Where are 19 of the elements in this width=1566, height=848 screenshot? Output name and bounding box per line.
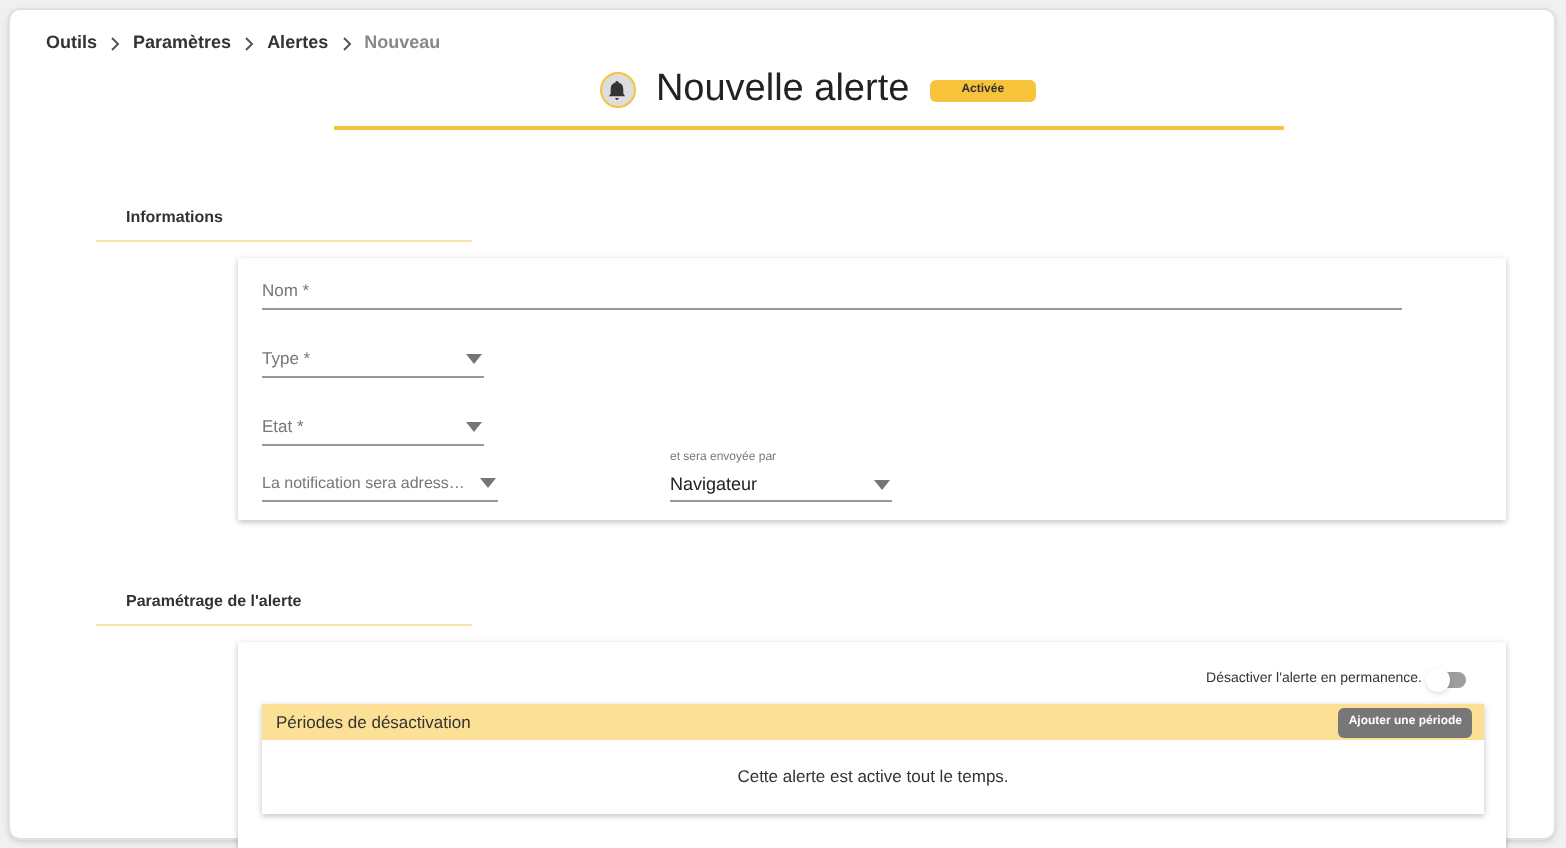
- select-field[interactable]: Etat *: [262, 410, 484, 446]
- input-field[interactable]: Nom *: [262, 274, 1402, 310]
- select-field[interactable]: Type *: [262, 342, 484, 378]
- breadcrumb-link[interactable]: Paramètres: [133, 29, 232, 57]
- caret-icon: [480, 478, 496, 488]
- select-field[interactable]: Navigateur: [670, 470, 892, 502]
- caret-icon: [874, 480, 890, 490]
- section-title: Informations: [126, 208, 223, 226]
- caret-icon: [466, 422, 482, 432]
- section-title: Paramétrage de l'alerte: [126, 592, 302, 610]
- select-field[interactable]: La notification sera adress…: [262, 466, 498, 502]
- caret-icon: [466, 354, 482, 364]
- empty-message: Cette alerte est active tout le temps.: [737, 764, 1009, 790]
- panel-title: Périodes de désactivation: [276, 709, 471, 735]
- breadcrumb-link[interactable]: Alertes: [267, 29, 329, 57]
- bell-icon: [599, 72, 636, 108]
- toggle-switch[interactable]: [1430, 672, 1466, 688]
- breadcrumb-link[interactable]: Outils: [46, 29, 98, 57]
- page-title: Nouvelle alerte: [655, 65, 910, 114]
